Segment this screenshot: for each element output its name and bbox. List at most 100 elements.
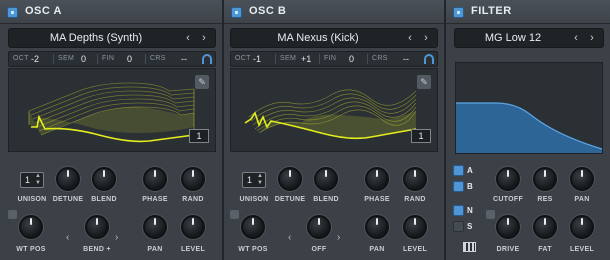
osc-b-next-preset-icon[interactable]: › [419,31,433,45]
osc-a-unison-field[interactable]: 1 ▲ ▼ [20,172,44,188]
osc-b-edit-icon[interactable]: ✎ [417,75,431,89]
osc-b-crs-value[interactable]: -- [403,54,409,64]
osc-b-wavetable-display[interactable]: ✎ 1 [230,68,438,152]
osc-a-prev-preset-icon[interactable]: ‹ [181,31,195,45]
filter-route-a-toggle[interactable] [453,165,464,176]
osc-a-rand-label: RAND [182,196,204,203]
filter-drive-knob[interactable] [496,215,520,239]
filter-route-s-label: S [467,222,473,231]
osc-b-oct-label: OCT [235,55,251,62]
filter-title: FILTER [471,5,512,17]
filter-fat-knob[interactable] [533,215,557,239]
osc-a-wtpos-label: WT POS [16,246,46,253]
filter-level-label: LEVEL [569,246,595,253]
filter-level-knob[interactable] [570,215,594,239]
filter-route-b-toggle[interactable] [453,181,464,192]
osc-b-wtpos-label: WT POS [238,246,268,253]
filter-pan-knob[interactable] [570,167,594,191]
filter-res-knob[interactable] [533,167,557,191]
osc-a-edit-icon[interactable]: ✎ [195,75,209,89]
filter-response-display[interactable] [455,62,603,154]
osc-a-oct-value[interactable]: -2 [31,54,39,64]
osc-a-crs-label: CRS [150,55,166,62]
osc-b-fin-value[interactable]: 0 [349,54,354,64]
osc-a-fin-label: FIN [102,55,115,62]
osc-a-wtpos-mod-icon[interactable] [8,210,17,219]
filter-power-toggle[interactable] [453,7,464,18]
osc-b-preset-selector[interactable]: MA Nexus (Kick) ‹ › [230,28,438,48]
osc-a-bend-label: BEND + [83,246,111,253]
osc-b-header: OSC B [224,0,444,24]
filter-next-type-icon[interactable]: › [585,31,599,45]
osc-b-rand-knob[interactable] [403,167,427,191]
osc-b-pitch-row: OCT -1 SEM +1 FIN 0 CRS -- [230,51,438,67]
osc-b-unison-value: 1 [247,175,253,185]
filter-keytrack-icon[interactable] [463,242,476,252]
osc-b-title: OSC B [249,5,287,17]
osc-b-oct-value[interactable]: -1 [253,54,261,64]
osc-a-title: OSC A [25,5,62,17]
osc-b-detune-knob[interactable] [278,167,302,191]
osc-a-wtpos-knob[interactable] [19,215,43,239]
filter-pan-label: PAN [574,196,590,203]
osc-a-blend-knob[interactable] [92,167,116,191]
osc-a-power-toggle[interactable] [7,7,18,18]
filter-cutoff-knob[interactable] [496,167,520,191]
osc-a-blend-label: BLEND [91,196,117,203]
osc-b-preset-name: MA Nexus (Kick) [277,32,359,44]
osc-b-warp-label: OFF [311,246,327,253]
osc-a-warp-next-icon[interactable]: › [115,232,118,243]
osc-b-phase-knob[interactable] [365,167,389,191]
osc-a-sem-label: SEM [58,55,75,62]
osc-b-fin-label: FIN [324,55,337,62]
osc-a-oct-label: OCT [13,55,29,62]
osc-a-level-knob[interactable] [181,215,205,239]
filter-type-name: MG Low 12 [484,32,542,44]
osc-b-pan-knob[interactable] [365,215,389,239]
filter-curve-graphic [456,102,603,153]
osc-b-blend-knob[interactable] [314,167,338,191]
filter-prev-type-icon[interactable]: ‹ [569,31,583,45]
filter-drive-mod-icon[interactable] [486,210,495,219]
osc-b-warp-next-icon[interactable]: › [337,232,340,243]
osc-b-panel: OSC B MA Nexus (Kick) ‹ › OCT -1 SEM +1 … [224,0,446,260]
osc-b-rand-label: RAND [404,196,426,203]
filter-type-selector[interactable]: MG Low 12 ‹ › [454,28,604,48]
osc-b-wavetable-graphic [244,89,417,140]
filter-route-b-label: B [467,182,473,191]
filter-route-a-label: A [467,166,473,175]
osc-a-pan-knob[interactable] [143,215,167,239]
osc-a-next-preset-icon[interactable]: › [197,31,211,45]
osc-b-frame-field[interactable]: 1 [411,129,431,143]
osc-b-headphone-icon[interactable] [424,54,434,64]
osc-b-power-toggle[interactable] [231,7,242,18]
osc-b-crs-label: CRS [372,55,388,62]
osc-a-phase-knob[interactable] [143,167,167,191]
osc-b-level-knob[interactable] [403,215,427,239]
osc-a-frame-field[interactable]: 1 [189,129,209,143]
osc-a-pitch-row: OCT -2 SEM 0 FIN 0 CRS -- [8,51,216,67]
osc-a-panel: OSC A MA Depths (Synth) ‹ › OCT -2 SEM 0… [0,0,224,260]
osc-b-warp-prev-icon[interactable]: ‹ [288,232,291,243]
osc-b-wtpos-knob[interactable] [241,215,265,239]
osc-a-rand-knob[interactable] [181,167,205,191]
osc-b-prev-preset-icon[interactable]: ‹ [403,31,417,45]
osc-a-preset-selector[interactable]: MA Depths (Synth) ‹ › [8,28,216,48]
osc-b-unison-field[interactable]: 1 ▲ ▼ [242,172,266,188]
filter-route-n-toggle[interactable] [453,205,464,216]
osc-a-warp-prev-icon[interactable]: ‹ [66,232,69,243]
osc-a-crs-value[interactable]: -- [181,54,187,64]
osc-a-sem-value[interactable]: 0 [81,54,86,64]
osc-a-level-label: LEVEL [180,246,206,253]
osc-b-wtpos-mod-icon[interactable] [230,210,239,219]
osc-a-detune-knob[interactable] [56,167,80,191]
osc-a-wavetable-display[interactable]: ✎ 1 [8,68,216,152]
osc-a-fin-value[interactable]: 0 [127,54,132,64]
osc-b-warp-knob[interactable] [307,215,331,239]
osc-a-preset-name: MA Depths (Synth) [49,32,143,44]
osc-b-sem-value[interactable]: +1 [301,54,311,64]
osc-a-headphone-icon[interactable] [202,54,212,64]
osc-a-wavetable-graphic [28,82,195,143]
osc-a-bend-knob[interactable] [85,215,109,239]
filter-route-s-toggle[interactable] [453,221,464,232]
